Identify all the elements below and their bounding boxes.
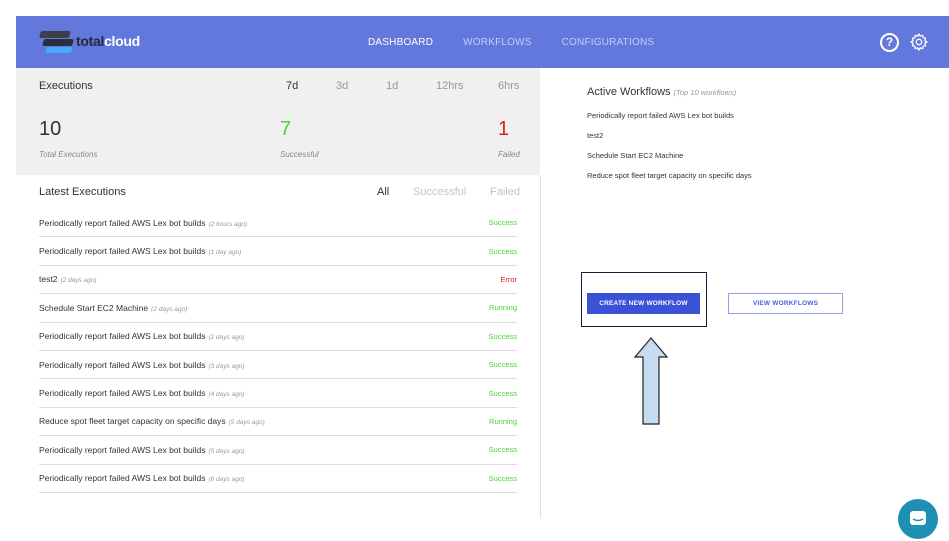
range-tab-1d[interactable]: 1d — [386, 80, 398, 92]
execution-status: Running — [489, 303, 517, 313]
latest-executions-list: Periodically report failed AWS Lex bot b… — [39, 209, 517, 493]
chat-icon[interactable] — [898, 499, 938, 539]
execution-workflow-name: Periodically report failed AWS Lex bot b… — [39, 246, 206, 257]
execution-name: Periodically report failed AWS Lex bot b… — [39, 246, 241, 256]
range-tab-6hrs[interactable]: 6hrs — [498, 80, 519, 92]
execution-time: (6 days ago) — [208, 476, 245, 484]
active-workflows-list: Periodically report failed AWS Lex bot b… — [587, 111, 752, 191]
execution-name: Reduce spot fleet target capacity on spe… — [39, 416, 265, 426]
nav-dashboard[interactable]: DASHBOARD — [368, 37, 433, 48]
vertical-divider — [540, 175, 541, 518]
execution-name: Periodically report failed AWS Lex bot b… — [39, 473, 245, 483]
total-executions-label: Total Executions — [39, 150, 98, 159]
execution-time: (4 days ago) — [208, 391, 245, 399]
help-icon[interactable]: ? — [880, 32, 899, 52]
execution-name: Periodically report failed AWS Lex bot b… — [39, 331, 245, 341]
active-workflow-item[interactable]: Schedule Start EC2 Machine — [587, 151, 752, 171]
active-workflows-heading: Active Workflows — [587, 86, 671, 98]
execution-time: (2 hours ago) — [208, 220, 248, 228]
execution-status: Success — [488, 388, 517, 398]
execution-name: Periodically report failed AWS Lex bot b… — [39, 388, 245, 398]
execution-name: Periodically report failed AWS Lex bot b… — [39, 445, 245, 455]
successful-count: 7 — [280, 118, 292, 140]
execution-name: test2 (2 days ago) — [39, 274, 97, 284]
execution-workflow-name: Periodically report failed AWS Lex bot b… — [39, 217, 206, 228]
logo-text-part1: total — [76, 33, 105, 49]
execution-workflow-name: Periodically report failed AWS Lex bot b… — [39, 331, 206, 342]
active-workflow-item[interactable]: Periodically report failed AWS Lex bot b… — [587, 111, 752, 131]
execution-workflow-name: Reduce spot fleet target capacity on spe… — [39, 416, 226, 427]
execution-status: Success — [488, 218, 517, 228]
execution-name: Schedule Start EC2 Machine (2 days ago) — [39, 303, 187, 313]
totalcloud-logo[interactable]: totalcloud — [39, 27, 140, 55]
execution-row[interactable]: test2 (2 days ago) Error — [39, 266, 517, 295]
execution-workflow-name: Schedule Start EC2 Machine — [39, 302, 149, 313]
active-workflow-item[interactable]: test2 — [587, 131, 752, 151]
active-workflows-subtitle: (Top 10 workflows) — [673, 88, 737, 97]
nav-configurations[interactable]: CONFIGURATIONS — [562, 37, 655, 48]
execution-row[interactable]: Reduce spot fleet target capacity on spe… — [39, 408, 517, 437]
top-nav-bar: totalcloud DASHBOARD WORKFLOWS CONFIGURA… — [16, 16, 949, 68]
execution-row[interactable]: Periodically report failed AWS Lex bot b… — [39, 209, 517, 238]
execution-status: Success — [488, 360, 517, 370]
execution-time: (2 days ago) — [208, 334, 245, 342]
execution-status: Success — [488, 246, 517, 256]
filter-failed[interactable]: Failed — [490, 186, 520, 198]
execution-workflow-name: test2 — [39, 274, 58, 285]
successful-label: Successful — [280, 150, 319, 159]
execution-row[interactable]: Periodically report failed AWS Lex bot b… — [39, 379, 517, 408]
execution-row[interactable]: Periodically report failed AWS Lex bot b… — [39, 351, 517, 380]
logo-text: totalcloud — [76, 33, 140, 49]
execution-time: (2 days ago) — [151, 305, 188, 313]
filter-successful[interactable]: Successful — [413, 186, 466, 198]
executions-stats-panel: Executions 7d 3d 1d 12hrs 6hrs 10 Total … — [16, 68, 540, 175]
failed-count: 1 — [498, 118, 510, 140]
execution-workflow-name: Periodically report failed AWS Lex bot b… — [39, 473, 206, 484]
header-icons: ? — [880, 32, 929, 52]
execution-row[interactable]: Periodically report failed AWS Lex bot b… — [39, 465, 517, 493]
execution-row[interactable]: Periodically report failed AWS Lex bot b… — [39, 237, 517, 266]
total-executions-count: 10 — [39, 118, 62, 140]
range-tab-3d[interactable]: 3d — [336, 80, 348, 92]
execution-time: (3 days ago) — [208, 362, 245, 370]
failed-label: Failed — [498, 150, 520, 159]
create-new-workflow-button[interactable]: CREATE NEW WORKFLOW — [587, 293, 700, 314]
execution-time: (2 days ago) — [60, 277, 97, 285]
execution-row[interactable]: Periodically report failed AWS Lex bot b… — [39, 436, 517, 465]
up-arrow-icon — [634, 337, 668, 425]
execution-name: Periodically report failed AWS Lex bot b… — [39, 360, 245, 370]
view-workflows-button[interactable]: VIEW WORKFLOWS — [728, 293, 843, 314]
execution-workflow-name: Periodically report failed AWS Lex bot b… — [39, 359, 206, 370]
execution-time: (1 day ago) — [208, 249, 242, 257]
executions-title: Executions — [39, 80, 93, 92]
execution-time: (5 days ago) — [208, 447, 245, 455]
active-workflows-title: Active Workflows (Top 10 workflows) — [587, 86, 736, 98]
execution-workflow-name: Periodically report failed AWS Lex bot b… — [39, 388, 206, 399]
logo-text-part2: cloud — [104, 33, 140, 49]
execution-status: Success — [488, 331, 517, 341]
execution-row[interactable]: Schedule Start EC2 Machine (2 days ago) Ru… — [39, 294, 517, 323]
execution-time: (5 days ago) — [228, 419, 265, 427]
filter-all[interactable]: All — [377, 186, 389, 198]
gear-icon[interactable] — [909, 32, 929, 52]
execution-status: Error — [500, 274, 517, 284]
execution-workflow-name: Periodically report failed AWS Lex bot b… — [39, 444, 206, 455]
logo-icon — [39, 27, 74, 55]
range-tab-7d[interactable]: 7d — [286, 80, 298, 92]
execution-status: Success — [488, 473, 517, 483]
nav-workflows[interactable]: WORKFLOWS — [463, 37, 531, 48]
main-nav: DASHBOARD WORKFLOWS CONFIGURATIONS — [368, 16, 684, 68]
execution-row[interactable]: Periodically report failed AWS Lex bot b… — [39, 323, 517, 351]
latest-executions-title: Latest Executions — [39, 186, 126, 198]
chat-bubble-glyph — [910, 511, 926, 525]
active-workflow-item[interactable]: Reduce spot fleet target capacity on spe… — [587, 171, 752, 191]
execution-name: Periodically report failed AWS Lex bot b… — [39, 218, 247, 228]
execution-status: Running — [489, 416, 517, 426]
execution-status: Success — [488, 445, 517, 455]
range-tab-12hrs[interactable]: 12hrs — [436, 80, 464, 92]
